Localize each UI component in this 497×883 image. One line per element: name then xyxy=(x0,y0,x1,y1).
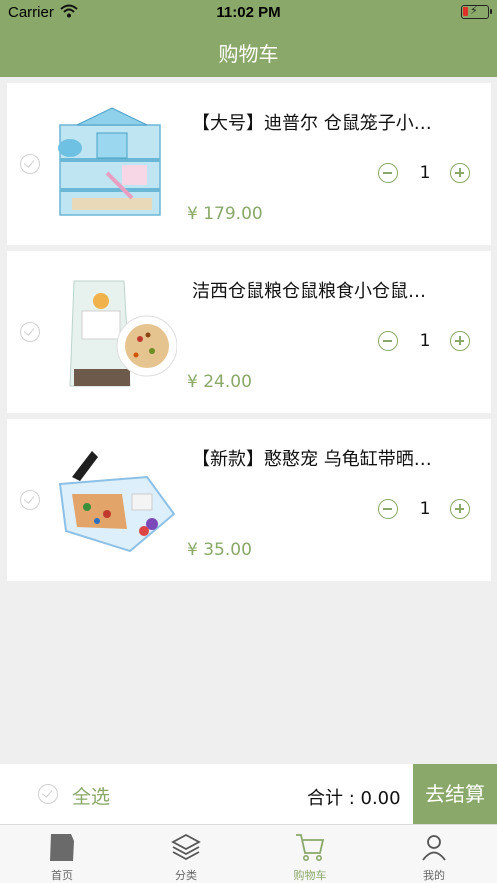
profile-icon xyxy=(422,835,446,861)
tab-profile[interactable]: 我的 xyxy=(372,825,496,883)
checkout-button[interactable]: 去结算 xyxy=(413,764,497,824)
home-icon xyxy=(50,834,74,861)
item-quantity: 1 xyxy=(419,499,431,519)
increase-quantity-button[interactable] xyxy=(450,499,470,519)
tab-label: 购物车 xyxy=(293,869,327,882)
select-all-checkbox[interactable] xyxy=(38,784,58,804)
increase-quantity-button[interactable] xyxy=(450,163,470,183)
cart-item[interactable]: 【大号】迪普尔 仓鼠笼子小… 1 ¥ 179.00 xyxy=(7,83,491,245)
item-quantity: 1 xyxy=(419,331,431,351)
status-time: 11:02 PM xyxy=(216,4,281,21)
cart-icon xyxy=(296,834,325,861)
increase-quantity-button[interactable] xyxy=(450,331,470,351)
layers-icon xyxy=(171,833,201,861)
tab-label: 首页 xyxy=(51,869,73,882)
hamster-cage-image xyxy=(58,107,161,216)
total-amount: 合计 : 0.00 xyxy=(307,788,401,809)
item-price: ¥ 179.00 xyxy=(187,204,263,224)
tab-cart[interactable]: 购物车 xyxy=(248,825,372,883)
tab-home[interactable]: 首页 xyxy=(0,825,124,883)
item-name[interactable]: 【大号】迪普尔 仓鼠笼子小… xyxy=(192,109,477,135)
hamster-food-image xyxy=(69,280,177,387)
item-select-checkbox[interactable] xyxy=(20,154,40,174)
item-name[interactable]: 洁西仓鼠粮仓鼠粮食小仓鼠… xyxy=(192,277,477,303)
turtle-tank-image xyxy=(58,451,176,553)
status-bar: Carrier 11:02 PM ⚡ xyxy=(0,0,497,26)
tab-category[interactable]: 分类 xyxy=(124,825,248,883)
decrease-quantity-button[interactable] xyxy=(378,499,398,519)
item-price: ¥ 24.00 xyxy=(187,372,252,392)
item-name[interactable]: 【新款】憨憨宠 乌龟缸带晒… xyxy=(192,445,477,471)
tab-label: 分类 xyxy=(175,869,197,882)
item-quantity: 1 xyxy=(419,163,431,183)
item-select-checkbox[interactable] xyxy=(20,322,40,342)
decrease-quantity-button[interactable] xyxy=(378,331,398,351)
checkout-bar: 全选 合计 : 0.00 去结算 xyxy=(0,764,497,824)
item-price: ¥ 35.00 xyxy=(187,540,252,560)
tab-bar: 首页 分类 购物车 我的 xyxy=(0,824,497,883)
page-title: 购物车 xyxy=(218,42,279,66)
nav-bar: 购物车 xyxy=(0,26,497,77)
cart-item[interactable]: 洁西仓鼠粮仓鼠粮食小仓鼠… 1 ¥ 24.00 xyxy=(7,251,491,413)
item-select-checkbox[interactable] xyxy=(20,490,40,510)
battery-icon: ⚡ xyxy=(461,4,492,19)
select-all-label[interactable]: 全选 xyxy=(72,782,110,809)
cart-item[interactable]: 【新款】憨憨宠 乌龟缸带晒… 1 ¥ 35.00 xyxy=(7,419,491,581)
tab-label: 我的 xyxy=(423,869,445,882)
decrease-quantity-button[interactable] xyxy=(378,163,398,183)
